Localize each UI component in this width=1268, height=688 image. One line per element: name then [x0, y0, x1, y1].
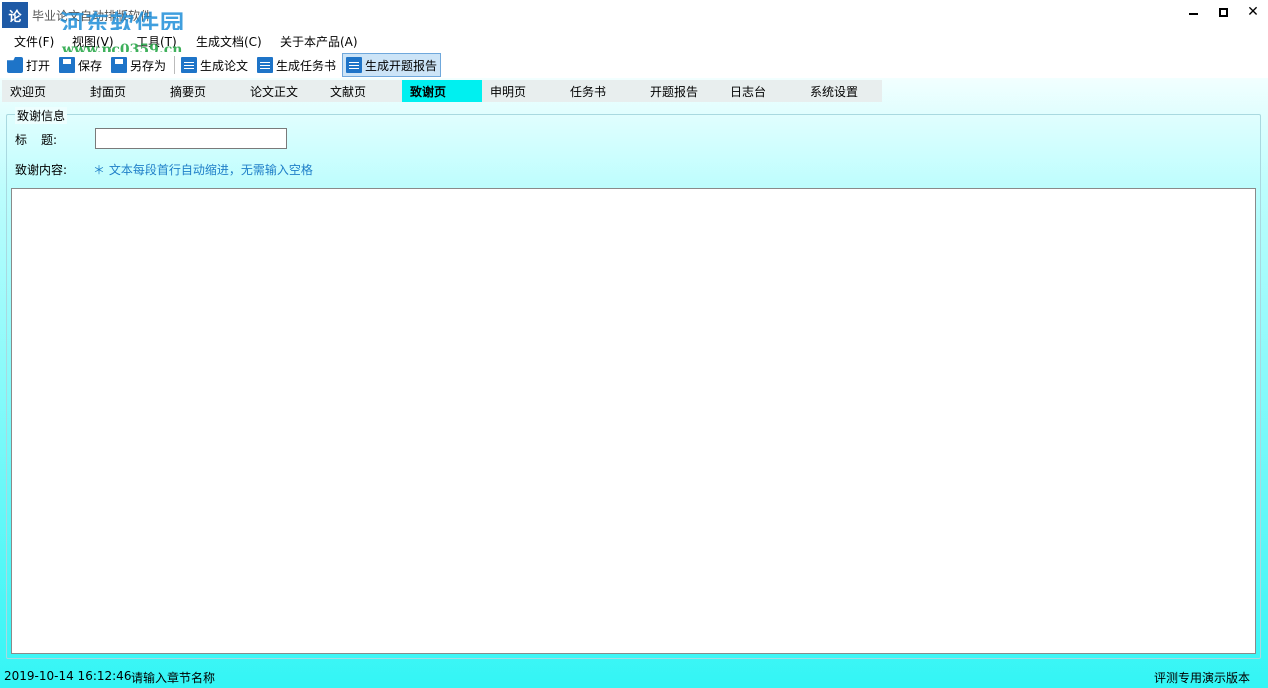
- generate-proposal-label: 生成开题报告: [365, 58, 438, 73]
- tab-abstract[interactable]: 摘要页: [162, 80, 242, 102]
- menu-generate-doc[interactable]: 生成文档(C): [196, 33, 262, 50]
- acknowledgement-groupbox: 致谢信息 标题: 致谢内容: ＊ 文本每段首行自动缩进，无需输入空格: [6, 107, 1261, 659]
- tab-body[interactable]: 论文正文: [242, 80, 322, 102]
- document-icon: [346, 57, 362, 73]
- open-label: 打开: [26, 58, 51, 73]
- save-button[interactable]: 保存: [56, 53, 105, 77]
- tab-cover[interactable]: 封面页: [82, 80, 162, 102]
- tab-proposal[interactable]: 开题报告: [642, 80, 722, 102]
- title-label-b: 题:: [41, 133, 58, 147]
- close-button[interactable]: ✕: [1237, 0, 1268, 24]
- tab-acknowledgement[interactable]: 致谢页: [402, 80, 482, 102]
- tab-settings[interactable]: 系统设置: [802, 80, 882, 102]
- tab-task-book[interactable]: 任务书: [562, 80, 642, 102]
- save-as-icon: [111, 57, 127, 73]
- maximize-button[interactable]: [1207, 0, 1239, 24]
- main-panel: 欢迎页 封面页 摘要页 论文正文 文献页 致谢页 申明页 任务书 开题报告 日志…: [0, 78, 1268, 688]
- minimize-button[interactable]: [1177, 0, 1209, 24]
- title-bar: 论 毕业论文自动排版软件 河东软件园 ✕: [0, 0, 1268, 38]
- tab-references[interactable]: 文献页: [322, 80, 402, 102]
- open-button[interactable]: 打开: [4, 53, 53, 77]
- app-logo-icon: 论: [2, 2, 28, 28]
- status-datetime: 2019-10-14 16:12:46: [4, 669, 132, 683]
- generate-thesis-button[interactable]: 生成论文: [178, 53, 251, 77]
- minimize-icon: [1188, 13, 1198, 15]
- document-icon: [257, 57, 273, 73]
- save-as-label: 另存为: [130, 58, 167, 73]
- document-icon: [181, 57, 197, 73]
- title-label: 标题:: [15, 131, 57, 148]
- generate-task-button[interactable]: 生成任务书: [254, 53, 339, 77]
- tab-log[interactable]: 日志台: [722, 80, 802, 102]
- generate-proposal-button[interactable]: 生成开题报告: [342, 53, 442, 77]
- tab-welcome[interactable]: 欢迎页: [2, 80, 82, 102]
- menu-bar: 文件(F) 视图(V) 工具(T) 生成文档(C) 关于本产品(A): [0, 30, 1268, 52]
- folder-open-icon: [7, 57, 23, 73]
- tab-declaration[interactable]: 申明页: [482, 80, 562, 102]
- save-label: 保存: [78, 58, 103, 73]
- menu-file[interactable]: 文件(F): [14, 33, 54, 50]
- tab-strip: 欢迎页 封面页 摘要页 论文正文 文献页 致谢页 申明页 任务书 开题报告 日志…: [2, 80, 882, 102]
- status-message: 请输入章节名称: [131, 671, 216, 685]
- content-label: 致谢内容:: [15, 163, 68, 177]
- close-icon: ✕: [1247, 4, 1259, 20]
- save-as-button[interactable]: 另存为: [108, 53, 169, 77]
- status-edition: 评测专用演示版本: [1153, 671, 1250, 685]
- group-title: 致谢信息: [15, 107, 68, 124]
- maximize-icon: [1218, 7, 1228, 17]
- acknowledgement-content-textarea[interactable]: [11, 188, 1256, 654]
- indent-hint: ＊ 文本每段首行自动缩进，无需输入空格: [93, 163, 313, 177]
- generate-task-label: 生成任务书: [276, 58, 337, 73]
- toolbar-separator: [174, 56, 175, 74]
- toolbar: 打开 保存 另存为 生成论文 生成任务书 生成开题报告: [0, 52, 1268, 78]
- title-input[interactable]: [95, 128, 287, 149]
- menu-about[interactable]: 关于本产品(A): [280, 33, 358, 50]
- title-label-a: 标: [15, 133, 28, 147]
- generate-thesis-label: 生成论文: [200, 58, 249, 73]
- save-icon: [59, 57, 75, 73]
